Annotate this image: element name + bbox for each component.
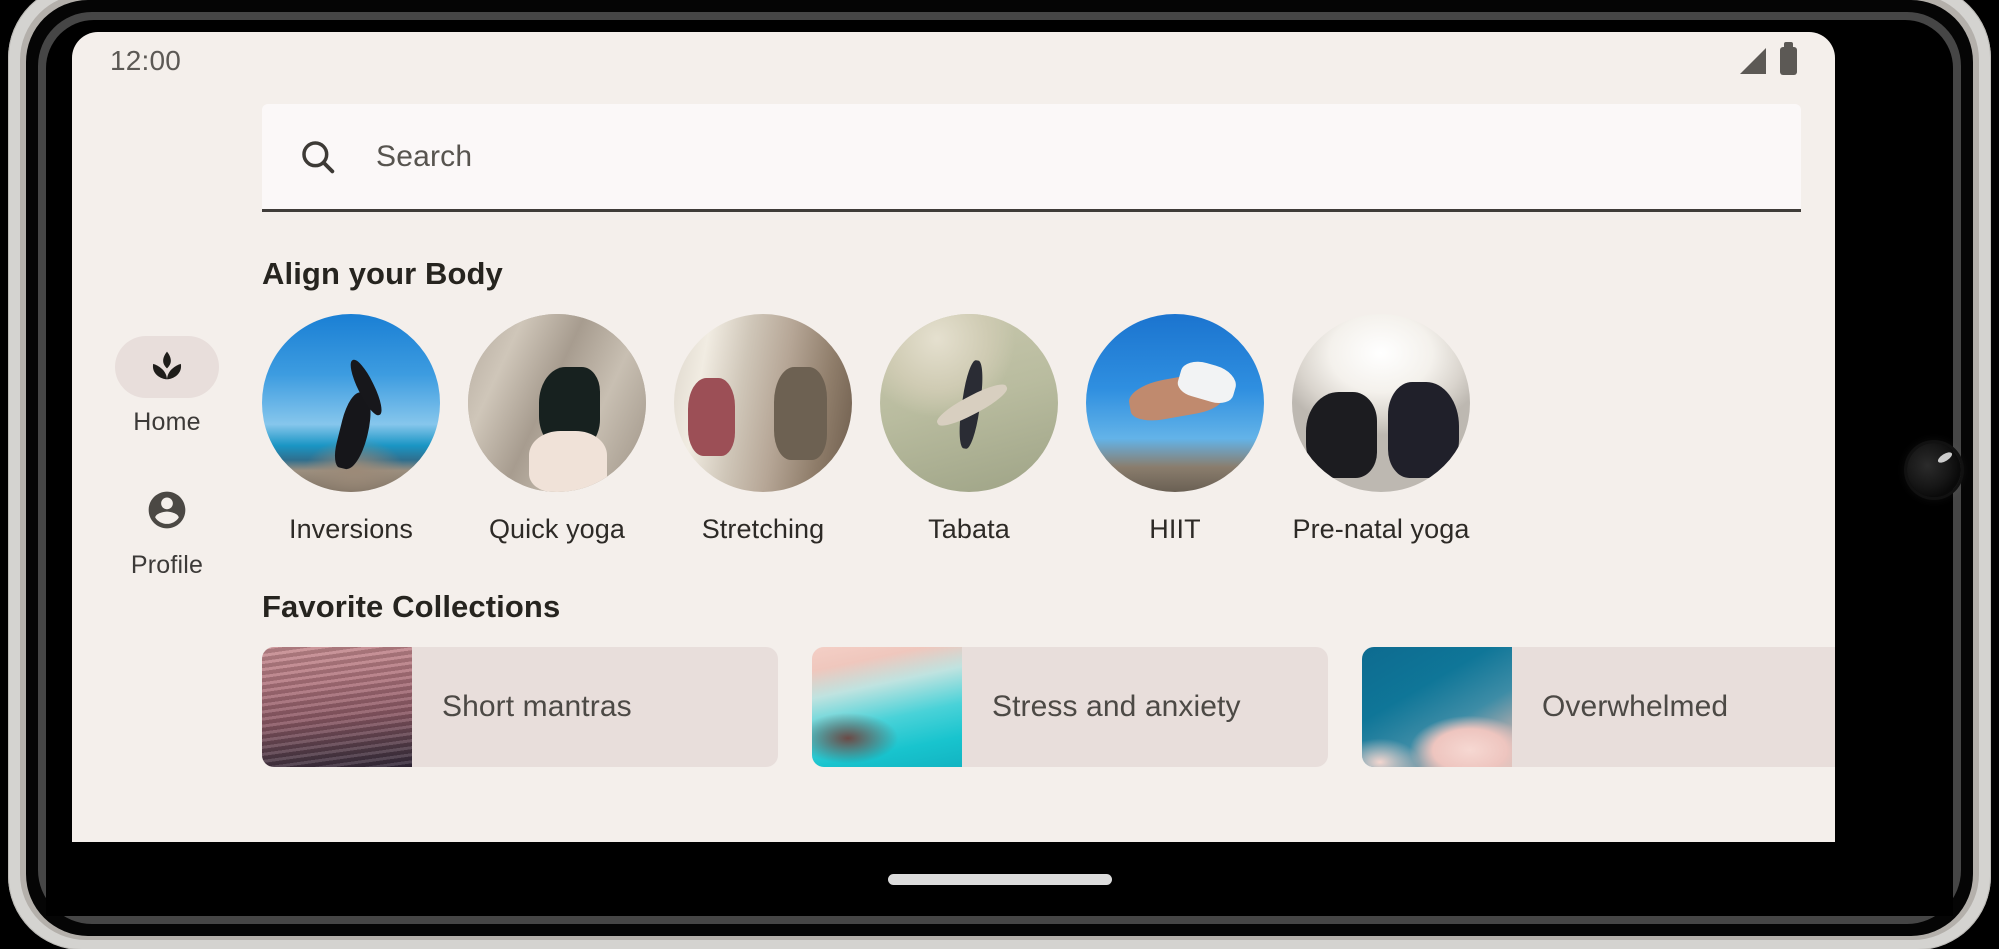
category-item-pre-natal-yoga[interactable]: Pre-natal yoga [1292, 314, 1470, 545]
front-camera-icon [1907, 443, 1961, 497]
status-bar-icons [1740, 42, 1797, 75]
category-label: Inversions [288, 514, 414, 544]
category-item-tabata[interactable]: Tabata [880, 314, 1058, 545]
collection-label: Short mantras [442, 690, 632, 723]
battery-full-icon [1780, 42, 1797, 75]
category-item-hiit[interactable]: HIIT [1086, 314, 1264, 545]
collection-card-overwhelmed[interactable]: Overwhelmed [1362, 647, 1835, 767]
category-label: Tabata [928, 514, 1010, 544]
section-title-align-your-body: Align your Body [262, 256, 503, 291]
search-placeholder-text: Search [376, 139, 473, 173]
nav-item-label: Home [133, 408, 201, 436]
category-label: Pre-natal yoga [1292, 514, 1470, 544]
app-body: Home Profile Search Align your Body Inve… [72, 90, 1835, 842]
collection-label: Stress and anxiety [992, 690, 1241, 723]
collection-card-stress-and-anxiety[interactable]: Stress and anxiety [812, 647, 1328, 767]
collection-thumbnail [262, 647, 412, 767]
spa-lotus-icon [152, 351, 182, 380]
category-thumbnail [674, 314, 852, 492]
category-thumbnail [880, 314, 1058, 492]
collection-card-short-mantras[interactable]: Short mantras [262, 647, 778, 767]
category-item-quick-yoga[interactable]: Quick yoga [468, 314, 646, 545]
app-screen: 12:00 Home Profile Search Align your Bod… [72, 32, 1835, 842]
category-thumbnail [1292, 314, 1470, 492]
category-label: Stretching [701, 514, 825, 544]
status-bar: 12:00 [72, 32, 1835, 90]
search-bar-wrapper: Search [262, 90, 1801, 212]
collection-label: Overwhelmed [1542, 690, 1729, 723]
category-thumbnail [468, 314, 646, 492]
search-input[interactable]: Search [262, 104, 1801, 212]
category-label: Quick yoga [488, 514, 626, 544]
category-thumbnail [262, 314, 440, 492]
category-item-stretching[interactable]: Stretching [674, 314, 852, 545]
system-gesture-bar [46, 842, 1953, 916]
nav-pill [115, 479, 219, 541]
category-item-inversions[interactable]: Inversions [262, 314, 440, 545]
favorite-collections-row: Short mantras Stress and anxiety Overwhe… [262, 647, 1835, 767]
collection-thumbnail [812, 647, 962, 767]
home-gesture-handle[interactable] [887, 873, 1112, 885]
main-content: Search Align your Body Inversions Quick … [262, 90, 1835, 842]
device-mockup: 12:00 Home Profile Search Align your Bod… [0, 0, 1999, 949]
account-circle-icon [148, 491, 186, 529]
section-title-favorite-collections: Favorite Collections [262, 589, 561, 624]
search-icon [302, 140, 335, 173]
collection-thumbnail [1362, 647, 1512, 767]
status-bar-time: 12:00 [110, 45, 182, 76]
nav-active-indicator [115, 336, 219, 398]
category-thumbnail [1086, 314, 1264, 492]
cellular-signal-icon [1740, 48, 1766, 74]
nav-item-label: Profile [130, 551, 204, 579]
nav-item-home[interactable]: Home [72, 336, 262, 437]
navigation-rail: Home Profile [72, 90, 262, 842]
align-your-body-row: Inversions Quick yoga Stretching Tabata [262, 314, 1801, 545]
nav-item-profile[interactable]: Profile [72, 479, 262, 580]
category-label: HIIT [1149, 514, 1201, 544]
